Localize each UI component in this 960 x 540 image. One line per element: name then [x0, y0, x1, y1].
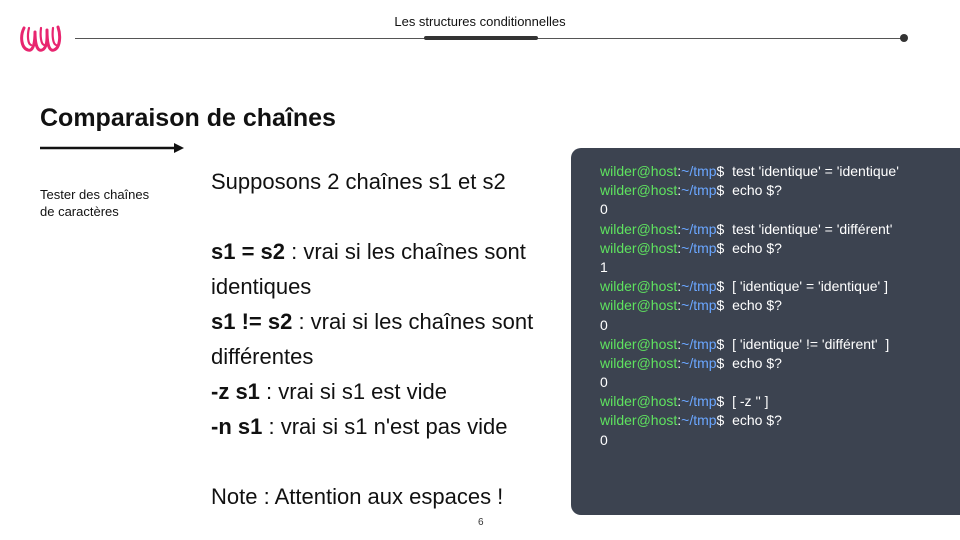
rule-item: -n s1 : vrai si s1 n'est pas vide — [211, 409, 571, 444]
page-number: 6 — [478, 517, 484, 528]
rule-operator: -n s1 — [211, 414, 263, 439]
rule-operator: s1 = s2 — [211, 239, 286, 264]
terminal-command-line: wilder@host:~/tmp$ echo $? — [600, 354, 960, 373]
terminal-user: wilder@host — [600, 393, 678, 410]
rule-description: : vrai si s1 est vide — [259, 379, 447, 404]
rule-operator: s1 != s2 — [211, 309, 293, 334]
side-note: Tester des chaînes de caractères — [40, 187, 150, 219]
terminal-path: ~/tmp — [681, 297, 717, 314]
terminal-command: $ echo $? — [716, 412, 782, 429]
terminal-path: ~/tmp — [681, 354, 717, 371]
terminal-path: ~/tmp — [681, 182, 717, 199]
terminal-command-line: wilder@host:~/tmp$ echo $? — [600, 296, 960, 315]
terminal-command-line: wilder@host:~/tmp$ test 'identique' = 'd… — [600, 220, 960, 239]
terminal-path: ~/tmp — [681, 239, 717, 256]
rule-item: -z s1 : vrai si s1 est vide — [211, 374, 571, 409]
rule-operator: -z s1 — [211, 379, 260, 404]
terminal-command: $ echo $? — [716, 297, 782, 314]
terminal-command: $ test 'identique' = 'différent' — [716, 220, 893, 237]
terminal-panel: wilder@host:~/tmp$ test 'identique' = 'i… — [571, 148, 960, 515]
terminal-user: wilder@host — [600, 220, 678, 237]
terminal-output-line: 0 — [600, 201, 608, 218]
terminal-command: $ echo $? — [716, 182, 782, 199]
terminal-output-line: 0 — [600, 374, 608, 391]
terminal-user: wilder@host — [600, 278, 678, 295]
rule-description: : vrai si s1 n'est pas vide — [262, 414, 508, 439]
terminal-output-line: 0 — [600, 316, 608, 333]
terminal-command: $ [ 'identique' = 'identique' ] — [716, 278, 888, 295]
header-divider-dot — [900, 34, 908, 42]
note-text: Note : Attention aux espaces ! — [211, 484, 504, 509]
header-title: Les structures conditionnelles — [394, 14, 566, 29]
terminal-command-line: wilder@host:~/tmp$ test 'identique' = 'i… — [600, 162, 960, 181]
slide-body: Supposons 2 chaînes s1 et s2 s1 = s2 : v… — [211, 164, 571, 514]
terminal-path: ~/tmp — [681, 163, 717, 179]
terminal-path: ~/tmp — [681, 335, 717, 352]
terminal-command: $ echo $? — [716, 239, 782, 256]
terminal-command: $ [ -z '' ] — [716, 393, 769, 410]
terminal-command-line: wilder@host:~/tmp$ [ 'identique' != 'dif… — [600, 335, 960, 354]
terminal-command-line: wilder@host:~/tmp$ echo $? — [600, 181, 960, 200]
terminal-user: wilder@host — [600, 335, 678, 352]
terminal-user: wilder@host — [600, 297, 678, 314]
terminal-command: $ test 'identique' = 'identique' — [716, 163, 899, 179]
terminal-command-line: wilder@host:~/tmp$ echo $? — [600, 239, 960, 258]
arrow-right-icon — [40, 143, 184, 153]
terminal-path: ~/tmp — [681, 220, 717, 237]
rule-item: s1 != s2 : vrai si les chaînes sont diff… — [211, 304, 571, 374]
terminal-command-line: wilder@host:~/tmp$ [ -z '' ] — [600, 392, 960, 411]
terminal-user: wilder@host — [600, 239, 678, 256]
terminal-path: ~/tmp — [681, 412, 717, 429]
terminal-path: ~/tmp — [681, 393, 717, 410]
terminal-path: ~/tmp — [681, 278, 717, 295]
header-divider-accent — [424, 36, 538, 40]
terminal-command-line: wilder@host:~/tmp$ [ 'identique' = 'iden… — [600, 277, 960, 296]
terminal-command: $ [ 'identique' != 'différent' ] — [716, 335, 890, 352]
terminal-command: $ echo $? — [716, 354, 782, 371]
terminal-output-line: 1 — [600, 258, 608, 275]
terminal-user: wilder@host — [600, 412, 678, 429]
terminal-command-line: wilder@host:~/tmp$ echo $? — [600, 411, 960, 430]
intro-text: Supposons 2 chaînes s1 et s2 — [211, 169, 506, 194]
terminal-user: wilder@host — [600, 354, 678, 371]
terminal-user: wilder@host — [600, 182, 678, 199]
terminal-output-line: 0 — [600, 431, 608, 448]
terminal-user: wilder@host — [600, 163, 678, 179]
slide-title: Comparaison de chaînes — [40, 104, 336, 132]
rule-item: s1 = s2 : vrai si les chaînes sont ident… — [211, 234, 571, 304]
